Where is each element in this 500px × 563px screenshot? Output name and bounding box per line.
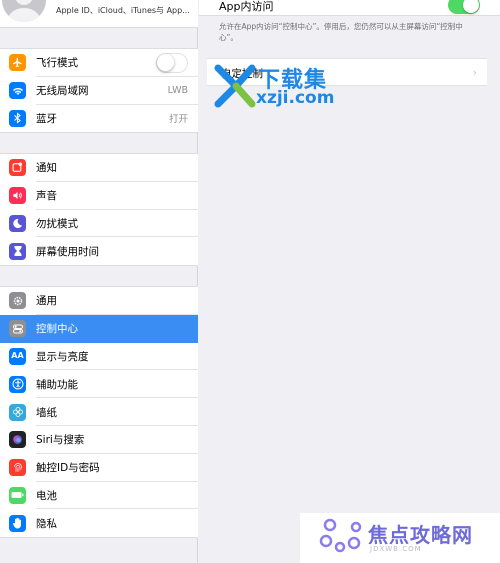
bluetooth-status-value: 打开 — [168, 114, 188, 126]
sidebar-item-notifications[interactable]: 通知 — [0, 154, 198, 182]
chevron-right-icon: › — [472, 66, 477, 79]
sidebar-item-label: 声音 — [36, 190, 57, 203]
sidebar-item-label: 通知 — [36, 162, 57, 175]
sidebar-item-label: 无线局域网 — [36, 85, 89, 98]
settings-group-notifications: 通知 声音 勿扰模式 屏幕使用时间 — [0, 153, 198, 267]
sidebar-item-wifi[interactable]: 无线局域网 LWB — [0, 77, 198, 105]
profile-subtitle: Apple ID、iCloud、iTunes与 App... — [56, 6, 190, 15]
sidebar-item-label: 墙纸 — [36, 406, 57, 419]
sidebar-item-label: 通用 — [36, 295, 57, 308]
sidebar-item-label: 控制中心 — [36, 323, 78, 336]
sidebar-item-airplane-mode[interactable]: 飞行模式 — [0, 49, 198, 77]
sidebar-item-label: 隐私 — [36, 517, 57, 530]
airplane-icon — [9, 54, 26, 72]
siri-icon — [9, 431, 26, 449]
apple-id-profile-row[interactable]: Apple ID、iCloud、iTunes与 App... — [0, 0, 198, 28]
sidebar-item-label: 辅助功能 — [36, 378, 78, 391]
sound-icon — [9, 187, 26, 205]
control-center-icon — [9, 320, 26, 338]
watermark-dots-logo-icon — [319, 518, 362, 553]
wallpaper-icon — [9, 403, 26, 421]
notifications-icon — [9, 159, 26, 177]
app-access-title: App内访问 — [219, 0, 274, 13]
sidebar-item-bluetooth[interactable]: 蓝牙 打开 — [0, 105, 198, 133]
sidebar-item-label: 电池 — [36, 489, 57, 502]
sidebar-item-label: Siri与搜索 — [36, 434, 85, 447]
app-access-footnote: 允许在App内访问“控制中心”。停用后，您仍然可以从主屏幕访问“控制中心”。 — [219, 22, 463, 42]
settings-group-connectivity: 飞行模式 无线局域网 LWB 蓝牙 打开 — [0, 48, 198, 134]
watermark-jdxwb: 焦点攻略网 JDXWB.COM — [300, 513, 500, 563]
sidebar-item-control-center[interactable]: 控制中心 — [0, 314, 198, 343]
app-access-row: App内访问 — [199, 0, 500, 16]
sidebar-item-do-not-disturb[interactable]: 勿扰模式 — [0, 210, 198, 238]
sidebar-item-general[interactable]: 通用 — [0, 287, 198, 315]
sidebar-item-siri-search[interactable]: Siri与搜索 — [0, 426, 198, 454]
accessibility-icon — [9, 375, 26, 393]
hand-icon — [9, 514, 26, 532]
sidebar-item-label: 蓝牙 — [36, 112, 57, 125]
avatar — [2, 0, 46, 22]
sidebar-item-sounds[interactable]: 声音 — [0, 182, 198, 210]
sidebar-item-display-brightness[interactable]: AA 显示与亮度 — [0, 343, 198, 371]
bluetooth-icon — [9, 109, 26, 127]
sidebar-item-label: 勿扰模式 — [36, 217, 78, 230]
sidebar-item-touch-id-passcode[interactable]: 触控ID与密码 — [0, 454, 198, 482]
wifi-network-value: LWB — [167, 85, 188, 97]
display-icon: AA — [9, 347, 26, 365]
app-access-toggle[interactable] — [448, 0, 480, 14]
sidebar-item-battery[interactable]: 电池 — [0, 482, 198, 510]
wifi-icon — [9, 82, 26, 100]
watermark-site-url: JDXWB.COM — [370, 545, 422, 553]
sidebar-item-screen-time[interactable]: 屏幕使用时间 — [0, 237, 198, 265]
sidebar-item-wallpaper[interactable]: 墙纸 — [0, 398, 198, 426]
moon-icon — [9, 214, 26, 232]
watermark-logo-icon — [214, 64, 256, 108]
watermark-xzji: 下载集 xzji.com — [212, 60, 342, 112]
sidebar-item-accessibility[interactable]: 辅助功能 — [0, 370, 198, 399]
sidebar-item-label: 屏幕使用时间 — [36, 245, 99, 258]
sidebar-item-privacy[interactable]: 隐私 — [0, 509, 198, 537]
settings-sidebar: Apple ID、iCloud、iTunes与 App... 飞行模式 无线局域… — [0, 0, 198, 563]
sidebar-item-label: 显示与亮度 — [36, 350, 89, 363]
fingerprint-icon — [9, 459, 26, 477]
airplane-mode-toggle[interactable] — [156, 52, 188, 73]
sidebar-item-label: 飞行模式 — [36, 57, 78, 70]
watermark-site-name: 焦点攻略网 — [368, 523, 473, 547]
settings-group-general: 通用 控制中心 AA 显示与亮度 辅助功能 墙纸 Siri与搜索 触控ID与密码… — [0, 286, 198, 539]
watermark-url: xzji.com — [256, 88, 335, 108]
battery-icon — [9, 486, 26, 504]
hourglass-icon — [9, 242, 26, 260]
gear-icon — [9, 292, 26, 310]
sidebar-item-label: 触控ID与密码 — [36, 462, 100, 475]
